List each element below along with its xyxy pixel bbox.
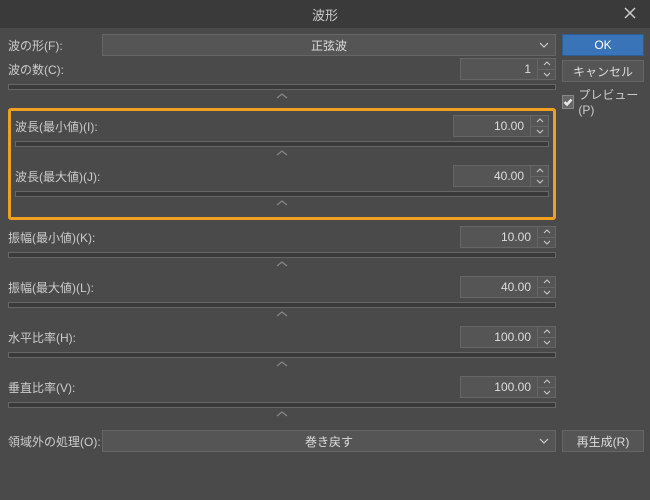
vratio-label: 垂直比率(V): [8, 379, 102, 396]
amplitude-max-spinner[interactable] [537, 277, 555, 297]
collapse-handle[interactable] [8, 260, 556, 270]
spin-up-icon[interactable] [538, 59, 555, 70]
wavelength-max-value: 40.00 [454, 169, 530, 183]
preview-label: プレビュー(P) [578, 86, 644, 117]
wavecount-input[interactable]: 1 [460, 58, 556, 80]
collapse-handle[interactable] [8, 310, 556, 320]
wavelength-min-slider[interactable] [15, 141, 549, 147]
ok-button[interactable]: OK [562, 34, 644, 56]
wavelength-highlight-box: 波長(最小値)(I): 10.00 波長(最大 [8, 108, 556, 220]
spin-down-icon[interactable] [538, 238, 555, 248]
title-bar: 波形 [0, 0, 650, 28]
wavelength-min-spinner[interactable] [530, 116, 548, 136]
wavelength-max-input[interactable]: 40.00 [453, 165, 549, 187]
amplitude-min-label: 振幅(最小値)(K): [8, 229, 102, 246]
wavelength-max-slider[interactable] [15, 191, 549, 197]
waveform-dropdown[interactable]: 正弦波 [102, 34, 556, 56]
vratio-slider[interactable] [8, 402, 556, 408]
preview-checkbox[interactable] [562, 95, 574, 109]
preview-checkbox-row[interactable]: プレビュー(P) [562, 86, 644, 117]
amplitude-max-slider[interactable] [8, 302, 556, 308]
spin-down-icon[interactable] [531, 177, 548, 187]
cancel-label: キャンセル [573, 63, 633, 80]
amplitude-min-spinner[interactable] [537, 227, 555, 247]
spin-up-icon[interactable] [538, 327, 555, 338]
wavelength-min-input[interactable]: 10.00 [453, 115, 549, 137]
spin-down-icon[interactable] [531, 127, 548, 137]
wavelength-max-label: 波長(最大値)(J): [15, 168, 109, 185]
check-icon [563, 97, 573, 107]
vratio-input[interactable]: 100.00 [460, 376, 556, 398]
spin-down-icon[interactable] [538, 288, 555, 298]
outside-label: 領域外の処理(O): [8, 433, 102, 450]
amplitude-min-value: 10.00 [461, 230, 537, 244]
hratio-value: 100.00 [461, 330, 537, 344]
spin-up-icon[interactable] [531, 166, 548, 177]
wavelength-min-label: 波長(最小値)(I): [15, 118, 109, 135]
waveform-value: 正弦波 [311, 37, 347, 54]
chevron-down-icon [539, 438, 549, 444]
wavelength-max-spinner[interactable] [530, 166, 548, 186]
hratio-label: 水平比率(H): [8, 329, 102, 346]
wavecount-slider[interactable] [8, 84, 556, 90]
chevron-down-icon [539, 42, 549, 48]
spin-down-icon[interactable] [538, 388, 555, 398]
hratio-spinner[interactable] [537, 327, 555, 347]
amplitude-max-input[interactable]: 40.00 [460, 276, 556, 298]
wavecount-value: 1 [461, 62, 537, 76]
ok-label: OK [594, 38, 611, 52]
close-icon [624, 7, 636, 22]
collapse-handle[interactable] [8, 92, 556, 102]
cancel-button[interactable]: キャンセル [562, 60, 644, 82]
spin-up-icon[interactable] [538, 227, 555, 238]
amplitude-min-input[interactable]: 10.00 [460, 226, 556, 248]
vratio-spinner[interactable] [537, 377, 555, 397]
close-button[interactable] [610, 0, 650, 28]
outside-value: 巻き戻す [305, 433, 353, 450]
hratio-slider[interactable] [8, 352, 556, 358]
amplitude-min-slider[interactable] [8, 252, 556, 258]
spin-up-icon[interactable] [538, 377, 555, 388]
spin-down-icon[interactable] [538, 70, 555, 80]
amplitude-max-value: 40.00 [461, 280, 537, 294]
outside-dropdown[interactable]: 巻き戻す [102, 430, 556, 452]
collapse-handle[interactable] [15, 149, 549, 159]
vratio-value: 100.00 [461, 380, 537, 394]
collapse-handle[interactable] [15, 199, 549, 209]
waveform-label: 波の形(F): [8, 37, 102, 54]
dialog-title: 波形 [312, 5, 338, 24]
regenerate-label: 再生成(R) [577, 433, 630, 450]
amplitude-max-label: 振幅(最大値)(L): [8, 279, 102, 296]
wavecount-label: 波の数(C): [8, 61, 102, 78]
hratio-input[interactable]: 100.00 [460, 326, 556, 348]
wavecount-spinner[interactable] [537, 59, 555, 79]
collapse-handle[interactable] [8, 410, 556, 420]
spin-up-icon[interactable] [538, 277, 555, 288]
spin-up-icon[interactable] [531, 116, 548, 127]
spin-down-icon[interactable] [538, 338, 555, 348]
wavelength-min-value: 10.00 [454, 119, 530, 133]
regenerate-button[interactable]: 再生成(R) [562, 430, 644, 452]
collapse-handle[interactable] [8, 360, 556, 370]
